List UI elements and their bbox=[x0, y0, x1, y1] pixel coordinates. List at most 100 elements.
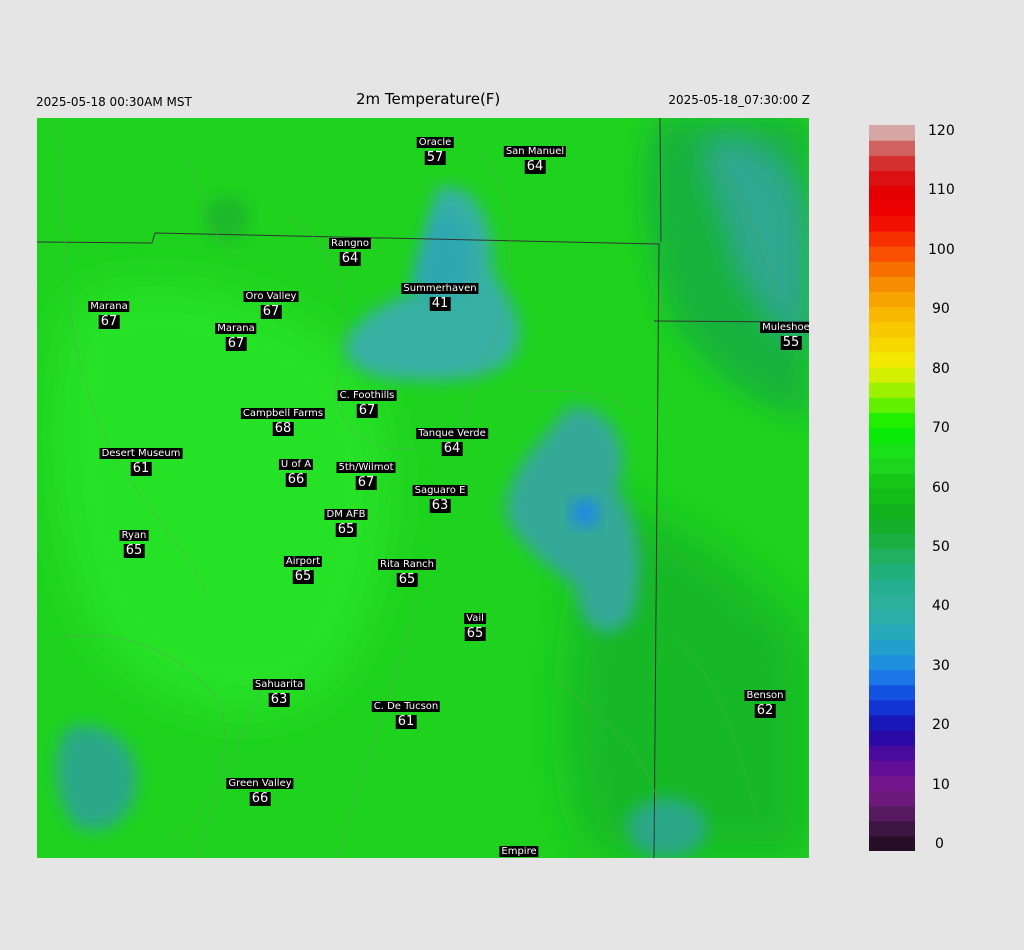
colorbar-band bbox=[869, 578, 915, 595]
colorbar-band bbox=[869, 261, 915, 277]
colorbar-tick-label: 80 bbox=[932, 360, 950, 377]
station-temperature: 63 bbox=[429, 498, 451, 513]
colorbar-band bbox=[869, 125, 915, 141]
station-temperature: 65 bbox=[396, 572, 418, 587]
colorbar-tick-label: 10 bbox=[932, 776, 950, 793]
colorbar-band bbox=[869, 745, 915, 761]
colorbar-band bbox=[869, 155, 915, 171]
colorbar-band bbox=[869, 336, 915, 353]
colorbar-band bbox=[869, 669, 915, 686]
station-temperature: 41 bbox=[429, 296, 451, 311]
station-temperature: 65 bbox=[464, 626, 486, 641]
colorbar-band bbox=[869, 442, 915, 459]
colorbar-tick-label: 50 bbox=[932, 538, 950, 555]
colorbar-band bbox=[869, 412, 915, 429]
colorbar-band bbox=[869, 367, 915, 383]
station-name: Rangno bbox=[329, 238, 371, 249]
station-temperature: 67 bbox=[225, 336, 247, 351]
colorbar-band bbox=[869, 230, 915, 247]
temperature-map: Oracle 57 San Manuel 64 Rangno 64 Summerhaven 4… bbox=[37, 118, 809, 858]
station-name: Vail bbox=[464, 613, 486, 624]
cool-pocket-north bbox=[205, 196, 249, 240]
station-name: Oro Valley bbox=[243, 291, 299, 302]
station-name: Marana bbox=[215, 323, 257, 334]
colorbar-band bbox=[869, 351, 915, 368]
station-temperature: 67 bbox=[98, 314, 120, 329]
colorbar-band bbox=[869, 321, 915, 338]
station-temperature: 65 bbox=[123, 543, 145, 558]
station-name: Green Valley bbox=[226, 778, 294, 789]
station-name: Summerhaven bbox=[401, 283, 479, 294]
station-temperature: 64 bbox=[339, 251, 361, 266]
colorbar-tick-label: 20 bbox=[932, 717, 950, 734]
colorbar-band bbox=[869, 714, 915, 731]
colorbar-tick-label: 110 bbox=[928, 182, 955, 199]
station-name: Saguaro E bbox=[412, 485, 468, 496]
station-name: C. De Tucson bbox=[371, 701, 441, 712]
colorbar-band bbox=[869, 306, 915, 323]
colorbar-tick-label: 90 bbox=[932, 301, 950, 318]
colorbar-band bbox=[869, 518, 915, 534]
station-name: Muleshoe R bbox=[760, 322, 809, 333]
station-name: Ryan bbox=[119, 530, 149, 541]
colorbar-tick-label: 60 bbox=[932, 479, 950, 496]
colorbar-band bbox=[869, 215, 915, 232]
station-temperature: 66 bbox=[249, 791, 271, 806]
colorbar-tick-label: 120 bbox=[928, 123, 955, 139]
station-name: Empire bbox=[499, 846, 539, 857]
colorbar-tick-label: 30 bbox=[932, 657, 950, 674]
rincon-peak bbox=[571, 499, 599, 527]
colorbar-band bbox=[869, 185, 915, 202]
station-name: U of A bbox=[278, 459, 314, 470]
station-temperature: 57 bbox=[424, 150, 446, 165]
station-name: Campbell Farms bbox=[240, 408, 326, 419]
colorbar-band bbox=[869, 291, 915, 308]
colorbar-band bbox=[869, 170, 915, 187]
colorbar bbox=[869, 125, 915, 851]
colorbar-band bbox=[869, 140, 915, 156]
station-name: Oracle bbox=[416, 137, 454, 148]
colorbar-band bbox=[869, 699, 915, 716]
colorbar-band bbox=[869, 427, 915, 444]
colorbar-band bbox=[869, 639, 915, 655]
station-temperature: 65 bbox=[292, 569, 314, 584]
station-temperature: 63 bbox=[268, 692, 290, 707]
station-name: Benson bbox=[744, 690, 786, 701]
station-temperature: 64 bbox=[441, 441, 463, 456]
colorbar-band bbox=[869, 548, 915, 565]
colorbar-band bbox=[869, 246, 915, 262]
colorbar-band bbox=[869, 200, 915, 217]
colorbar-band bbox=[869, 397, 915, 413]
station-name: Rita Ranch bbox=[378, 559, 436, 570]
colorbar-band bbox=[869, 835, 915, 851]
station-name: Marana bbox=[88, 301, 130, 312]
map-title: 2m Temperature(F) bbox=[356, 90, 501, 108]
station-temperature: 64 bbox=[524, 159, 546, 174]
station-name: DM AFB bbox=[324, 509, 368, 520]
station-temperature: 67 bbox=[356, 403, 378, 418]
station-name: San Manuel bbox=[503, 146, 567, 157]
colorbar-band bbox=[869, 624, 915, 640]
station-name: 5th/Wilmot bbox=[336, 462, 396, 473]
station-name: Airport bbox=[283, 556, 323, 567]
colorbar-tick-label: 0 bbox=[935, 836, 944, 852]
local-time-label: 2025-05-18 00:30AM MST bbox=[36, 95, 192, 109]
colorbar-band bbox=[869, 503, 915, 519]
station-temperature: 65 bbox=[335, 522, 357, 537]
utc-time-label: 2025-05-18_07:30:00 Z bbox=[668, 93, 810, 107]
colorbar-band bbox=[869, 382, 915, 398]
station-name: Tanque Verde bbox=[416, 428, 488, 439]
colorbar-band bbox=[869, 488, 915, 504]
station-temperature: 68 bbox=[272, 421, 294, 436]
colorbar-band bbox=[869, 790, 915, 807]
colorbar-band bbox=[869, 805, 915, 822]
station-temperature: 67 bbox=[355, 475, 377, 490]
colorbar-band bbox=[869, 563, 915, 580]
colorbar-band bbox=[869, 730, 915, 746]
cold-zone-south bbox=[627, 798, 707, 858]
station-temperature: 62 bbox=[754, 703, 776, 718]
station-name: C. Foothills bbox=[337, 390, 397, 401]
station-temperature: 61 bbox=[130, 461, 152, 476]
colorbar-band bbox=[869, 472, 915, 489]
forecast-map-page: 2025-05-18 00:30AM MST 2m Temperature(F)… bbox=[0, 0, 1024, 950]
